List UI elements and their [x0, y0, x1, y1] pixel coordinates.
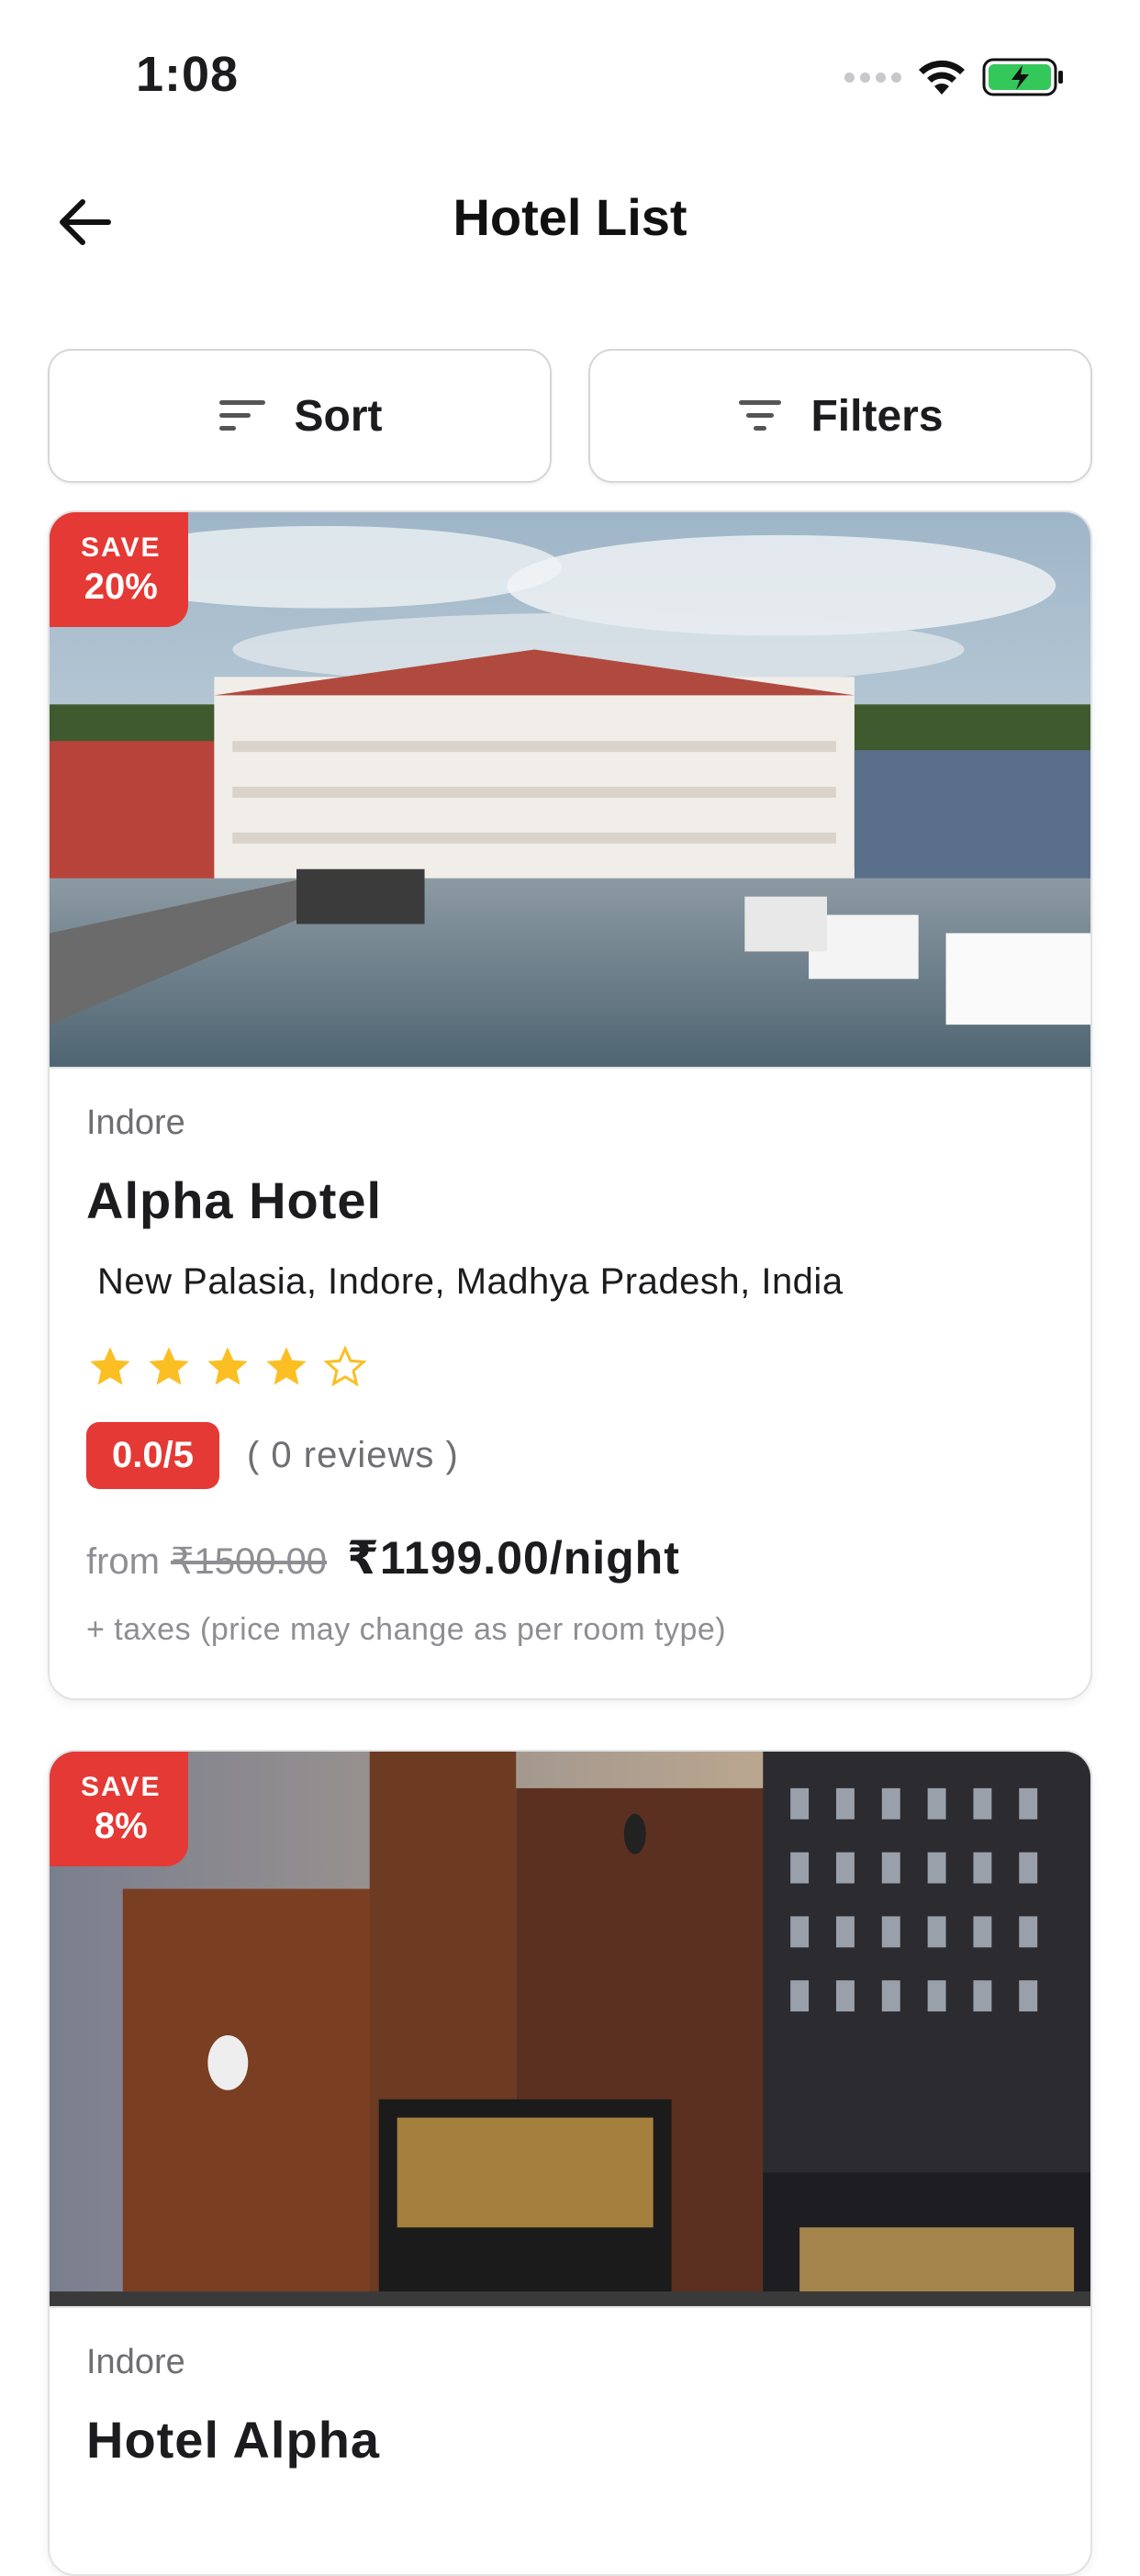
star-empty-icon [323, 1345, 367, 1387]
star-filled-icon [207, 1347, 248, 1385]
hotel-image: SAVE 20% [50, 512, 1090, 1069]
taxes-note: + taxes (price may change as per room ty… [86, 1612, 727, 1647]
price-row: from ₹1500.00 ₹1199.00/night [86, 1531, 1054, 1585]
hotel-city: Indore [86, 2343, 185, 2381]
filter-icon [739, 400, 782, 431]
sort-button[interactable]: Sort [48, 349, 552, 483]
star-rating [86, 1343, 1054, 1391]
page-title: Hotel List [453, 188, 687, 246]
save-badge: SAVE 20% [50, 512, 189, 627]
filters-label: Filters [810, 391, 944, 441]
hotel-address: New Palasia, Indore, Madhya Pradesh, Ind… [97, 1261, 844, 1302]
status-bar: 1:08 [0, 0, 1140, 138]
app-header: Hotel List [0, 165, 1140, 275]
filters-button[interactable]: Filters [588, 349, 1092, 483]
rating-row: 0.0/5 ( 0 reviews ) [86, 1422, 1054, 1489]
star-filled-icon [266, 1347, 307, 1385]
wifi-icon [919, 60, 965, 95]
discounted-price: ₹1199.00/night [347, 1532, 680, 1584]
hotel-image: SAVE 8% [50, 1752, 1090, 2308]
hotel-details: Indore Alpha Hotel New Palasia, Indore, … [50, 1069, 1090, 1648]
status-time: 1:08 [136, 47, 240, 102]
sort-icon [218, 400, 265, 431]
save-badge: SAVE 8% [50, 1752, 189, 1866]
review-count: ( 0 reviews ) [246, 1435, 459, 1475]
battery-charging-icon [982, 58, 1063, 96]
hotel-city: Indore [86, 1103, 185, 1142]
status-icons [844, 55, 1065, 99]
hotel-details: Indore Hotel Alpha [50, 2308, 1090, 2470]
rating-badge: 0.0/5 [86, 1422, 219, 1489]
price-prefix: from [86, 1541, 160, 1582]
sort-filter-bar: Sort Filters [48, 349, 1092, 483]
hotel-name: Alpha Hotel [86, 1171, 383, 1229]
hotel-name: Hotel Alpha [86, 2411, 381, 2469]
star-filled-icon [149, 1347, 189, 1385]
signal-dots-icon [844, 72, 901, 83]
hotel-card[interactable]: SAVE 20% Indore Alpha Hotel New Palasia,… [48, 510, 1092, 1700]
hotel-card[interactable]: SAVE 8% Indore Hotel Alpha [48, 1750, 1092, 2576]
star-filled-icon [90, 1347, 130, 1385]
original-price: ₹1500.00 [171, 1541, 328, 1582]
sort-label: Sort [294, 391, 383, 441]
